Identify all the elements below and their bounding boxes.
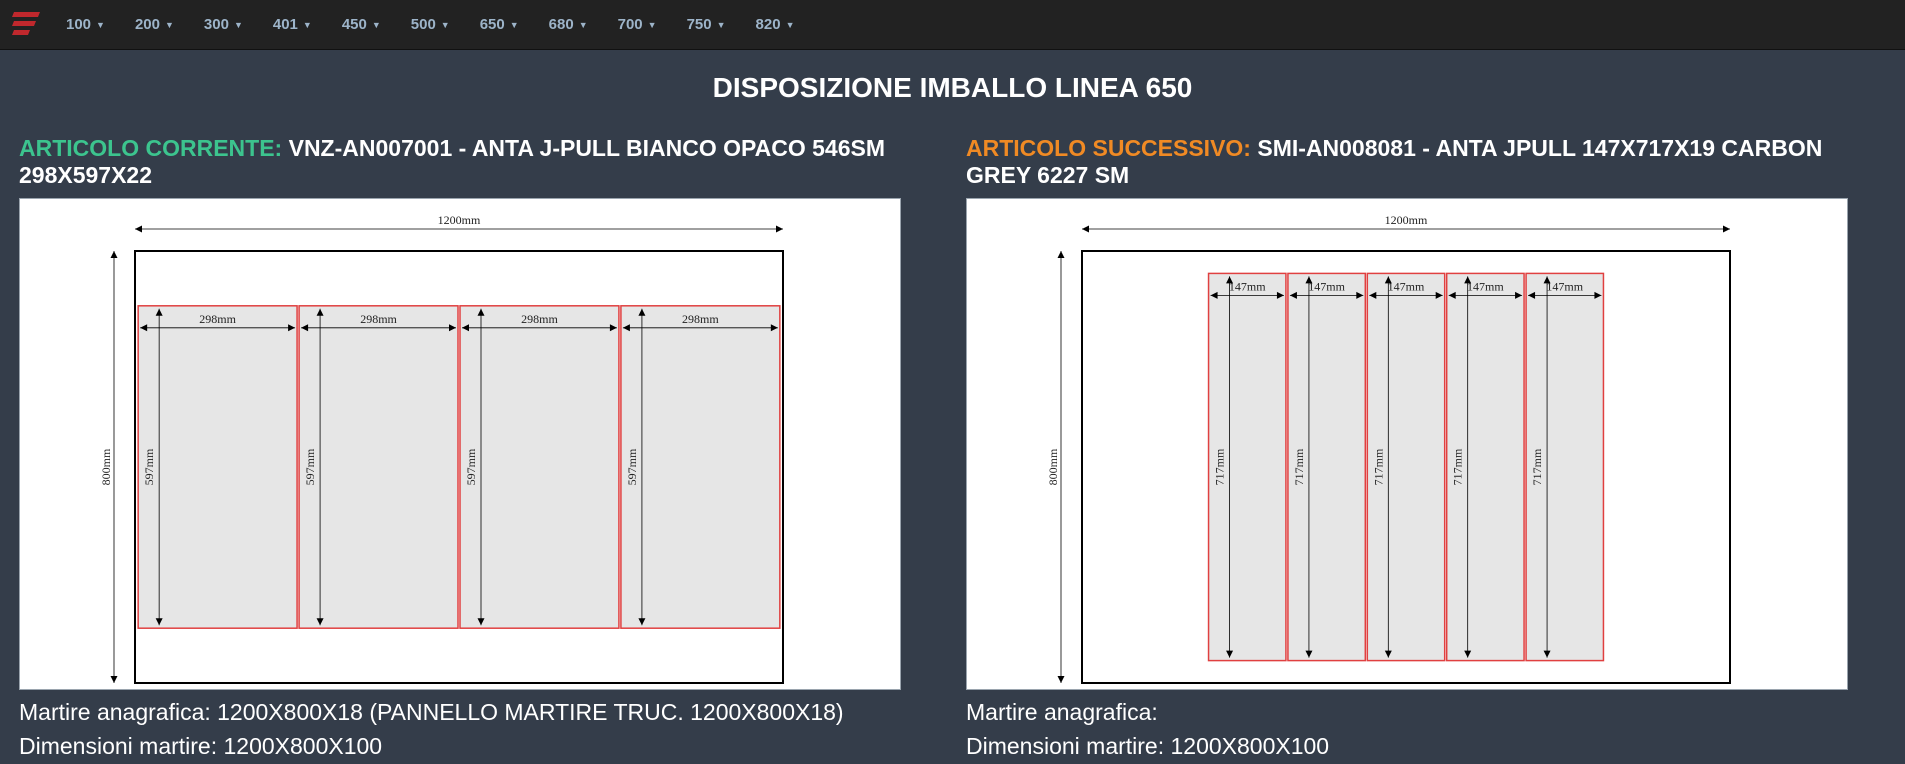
current-article-label: ARTICOLO CORRENTE: xyxy=(19,135,283,161)
next-pallet-height-dim-arrowhead-bottom xyxy=(1057,676,1065,683)
next-pallet-height-label: 800mm xyxy=(1046,448,1060,485)
nav-item-650[interactable]: 650 ▼ xyxy=(480,16,519,33)
caret-down-icon: ▼ xyxy=(233,20,243,31)
current-pallet-width-dim-arrowhead-left xyxy=(135,225,142,233)
nav-item-label: 200 xyxy=(134,16,160,33)
current-piece-2-width-label: 298mm xyxy=(360,312,397,326)
nav-item-750[interactable]: 750 ▼ xyxy=(687,16,726,33)
current-piece-2-height-label: 597mm xyxy=(303,448,317,485)
next-dimensioni-martire: Dimensioni martire: 1200X800X100 xyxy=(966,733,1330,759)
current-piece-4-width-label: 298mm xyxy=(682,312,719,326)
nav-item-450[interactable]: 450 ▼ xyxy=(342,16,381,33)
caret-down-icon: ▼ xyxy=(785,20,795,31)
caret-down-icon: ▼ xyxy=(509,20,519,31)
next-piece-3-width-label: 147mm xyxy=(1388,279,1425,293)
current-martire-anagrafica: Martire anagrafica: 1200X800X18 (PANNELL… xyxy=(19,699,844,725)
next-layout-svg: 1200mm 800mm 147mm 717mm 147mm 717mm 147mm 717m… xyxy=(1046,213,1731,684)
next-piece-3-height-label: 717mm xyxy=(1371,448,1385,485)
caret-down-icon: ▼ xyxy=(440,20,450,31)
next-pallet-height-dim-arrowhead-top xyxy=(1057,251,1065,258)
next-packing-drawing: 1200mm 800mm 147mm 717mm 147mm 717mm 147mm 717m… xyxy=(966,198,1848,690)
next-pallet-width-dim-arrowhead-right xyxy=(1723,225,1730,233)
current-article-heading: ARTICOLO CORRENTE: VNZ-AN007001 - ANTA J… xyxy=(19,135,939,189)
current-piece-1-height-label: 597mm xyxy=(142,448,156,485)
next-martire-anagrafica: Martire anagrafica: xyxy=(966,699,1158,725)
next-piece-1-height-label: 717mm xyxy=(1213,448,1227,485)
current-piece-4-height-label: 597mm xyxy=(625,448,639,485)
caret-down-icon: ▼ xyxy=(164,20,174,31)
current-pallet-width-dim-arrowhead-right xyxy=(776,225,783,233)
next-piece-2-width-label: 147mm xyxy=(1308,279,1345,293)
nav-item-label: 450 xyxy=(341,16,367,33)
nav-item-label: 750 xyxy=(686,16,712,33)
next-piece-1-width-label: 147mm xyxy=(1229,279,1266,293)
current-pallet-height-dim-arrowhead-top xyxy=(110,251,118,258)
next-piece-2-height-label: 717mm xyxy=(1292,448,1306,485)
nav-item-100[interactable]: 100 ▼ xyxy=(66,16,105,33)
caret-down-icon: ▼ xyxy=(371,20,381,31)
current-piece-4 xyxy=(620,305,781,629)
current-piece-2 xyxy=(298,305,459,629)
caret-down-icon: ▼ xyxy=(716,20,726,31)
caret-down-icon: ▼ xyxy=(302,20,312,31)
nav-item-label: 820 xyxy=(755,16,781,33)
next-article-label: ARTICOLO SUCCESSIVO: xyxy=(966,135,1251,161)
nav-item-300[interactable]: 300 ▼ xyxy=(204,16,243,33)
nav-item-label: 300 xyxy=(203,16,229,33)
next-piece-5-width-label: 147mm xyxy=(1546,279,1583,293)
next-piece-4-height-label: 717mm xyxy=(1451,448,1465,485)
nav-item-500[interactable]: 500 ▼ xyxy=(411,16,450,33)
page-title: DISPOSIZIONE IMBALLO LINEA 650 xyxy=(712,72,1193,103)
nav-item-label: 100 xyxy=(66,16,92,33)
nav-item-680[interactable]: 680 ▼ xyxy=(549,16,588,33)
next-pallet-width-dim-arrowhead-left xyxy=(1082,225,1089,233)
stacked-bars-logo-icon[interactable] xyxy=(12,10,42,38)
nav-item-label: 680 xyxy=(548,16,574,33)
current-packing-drawing: 1200mm 800mm 298mm 597mm 298mm 597mm 298mm 597m… xyxy=(19,198,901,690)
nav-item-200[interactable]: 200 ▼ xyxy=(135,16,174,33)
current-piece-1 xyxy=(137,305,298,629)
current-dimensioni-martire: Dimensioni martire: 1200X800X100 xyxy=(19,733,383,759)
nav-item-401[interactable]: 401 ▼ xyxy=(273,16,312,33)
nav-item-label: 650 xyxy=(479,16,505,33)
current-piece-1-width-label: 298mm xyxy=(199,312,236,326)
next-piece-4-width-label: 147mm xyxy=(1467,279,1504,293)
nav-item-label: 401 xyxy=(272,16,298,33)
current-pallet-width-label: 1200mm xyxy=(438,213,481,227)
current-pallet-height-label: 800mm xyxy=(99,448,113,485)
caret-down-icon: ▼ xyxy=(578,20,588,31)
nav-item-label: 700 xyxy=(617,16,643,33)
nav-item-700[interactable]: 700 ▼ xyxy=(618,16,657,33)
next-article-heading: ARTICOLO SUCCESSIVO: SMI-AN008081 - ANTA… xyxy=(966,135,1886,189)
current-layout-svg: 1200mm 800mm 298mm 597mm 298mm 597mm 298mm 597m… xyxy=(99,213,784,684)
current-pallet-height-dim-arrowhead-bottom xyxy=(110,676,118,683)
nav-item-label: 500 xyxy=(410,16,436,33)
caret-down-icon: ▼ xyxy=(647,20,657,31)
line-nav-menu: 100 ▼ 200 ▼ 300 ▼ 401 ▼ 450 ▼ 500 ▼ 650 ▼ 680 ▼ 700 ▼ 750 ▼… xyxy=(66,0,824,49)
nav-item-820[interactable]: 820 ▼ xyxy=(756,16,795,33)
current-piece-3-width-label: 298mm xyxy=(521,312,558,326)
next-piece-5-height-label: 717mm xyxy=(1530,448,1544,485)
current-piece-3-height-label: 597mm xyxy=(464,448,478,485)
caret-down-icon: ▼ xyxy=(96,20,105,31)
top-navbar: 100 ▼ 200 ▼ 300 ▼ 401 ▼ 450 ▼ 500 ▼ 650 ▼ 680 ▼ 700 ▼ 750 ▼… xyxy=(0,0,1905,50)
next-pallet-width-label: 1200mm xyxy=(1385,213,1428,227)
current-piece-3 xyxy=(459,305,620,629)
